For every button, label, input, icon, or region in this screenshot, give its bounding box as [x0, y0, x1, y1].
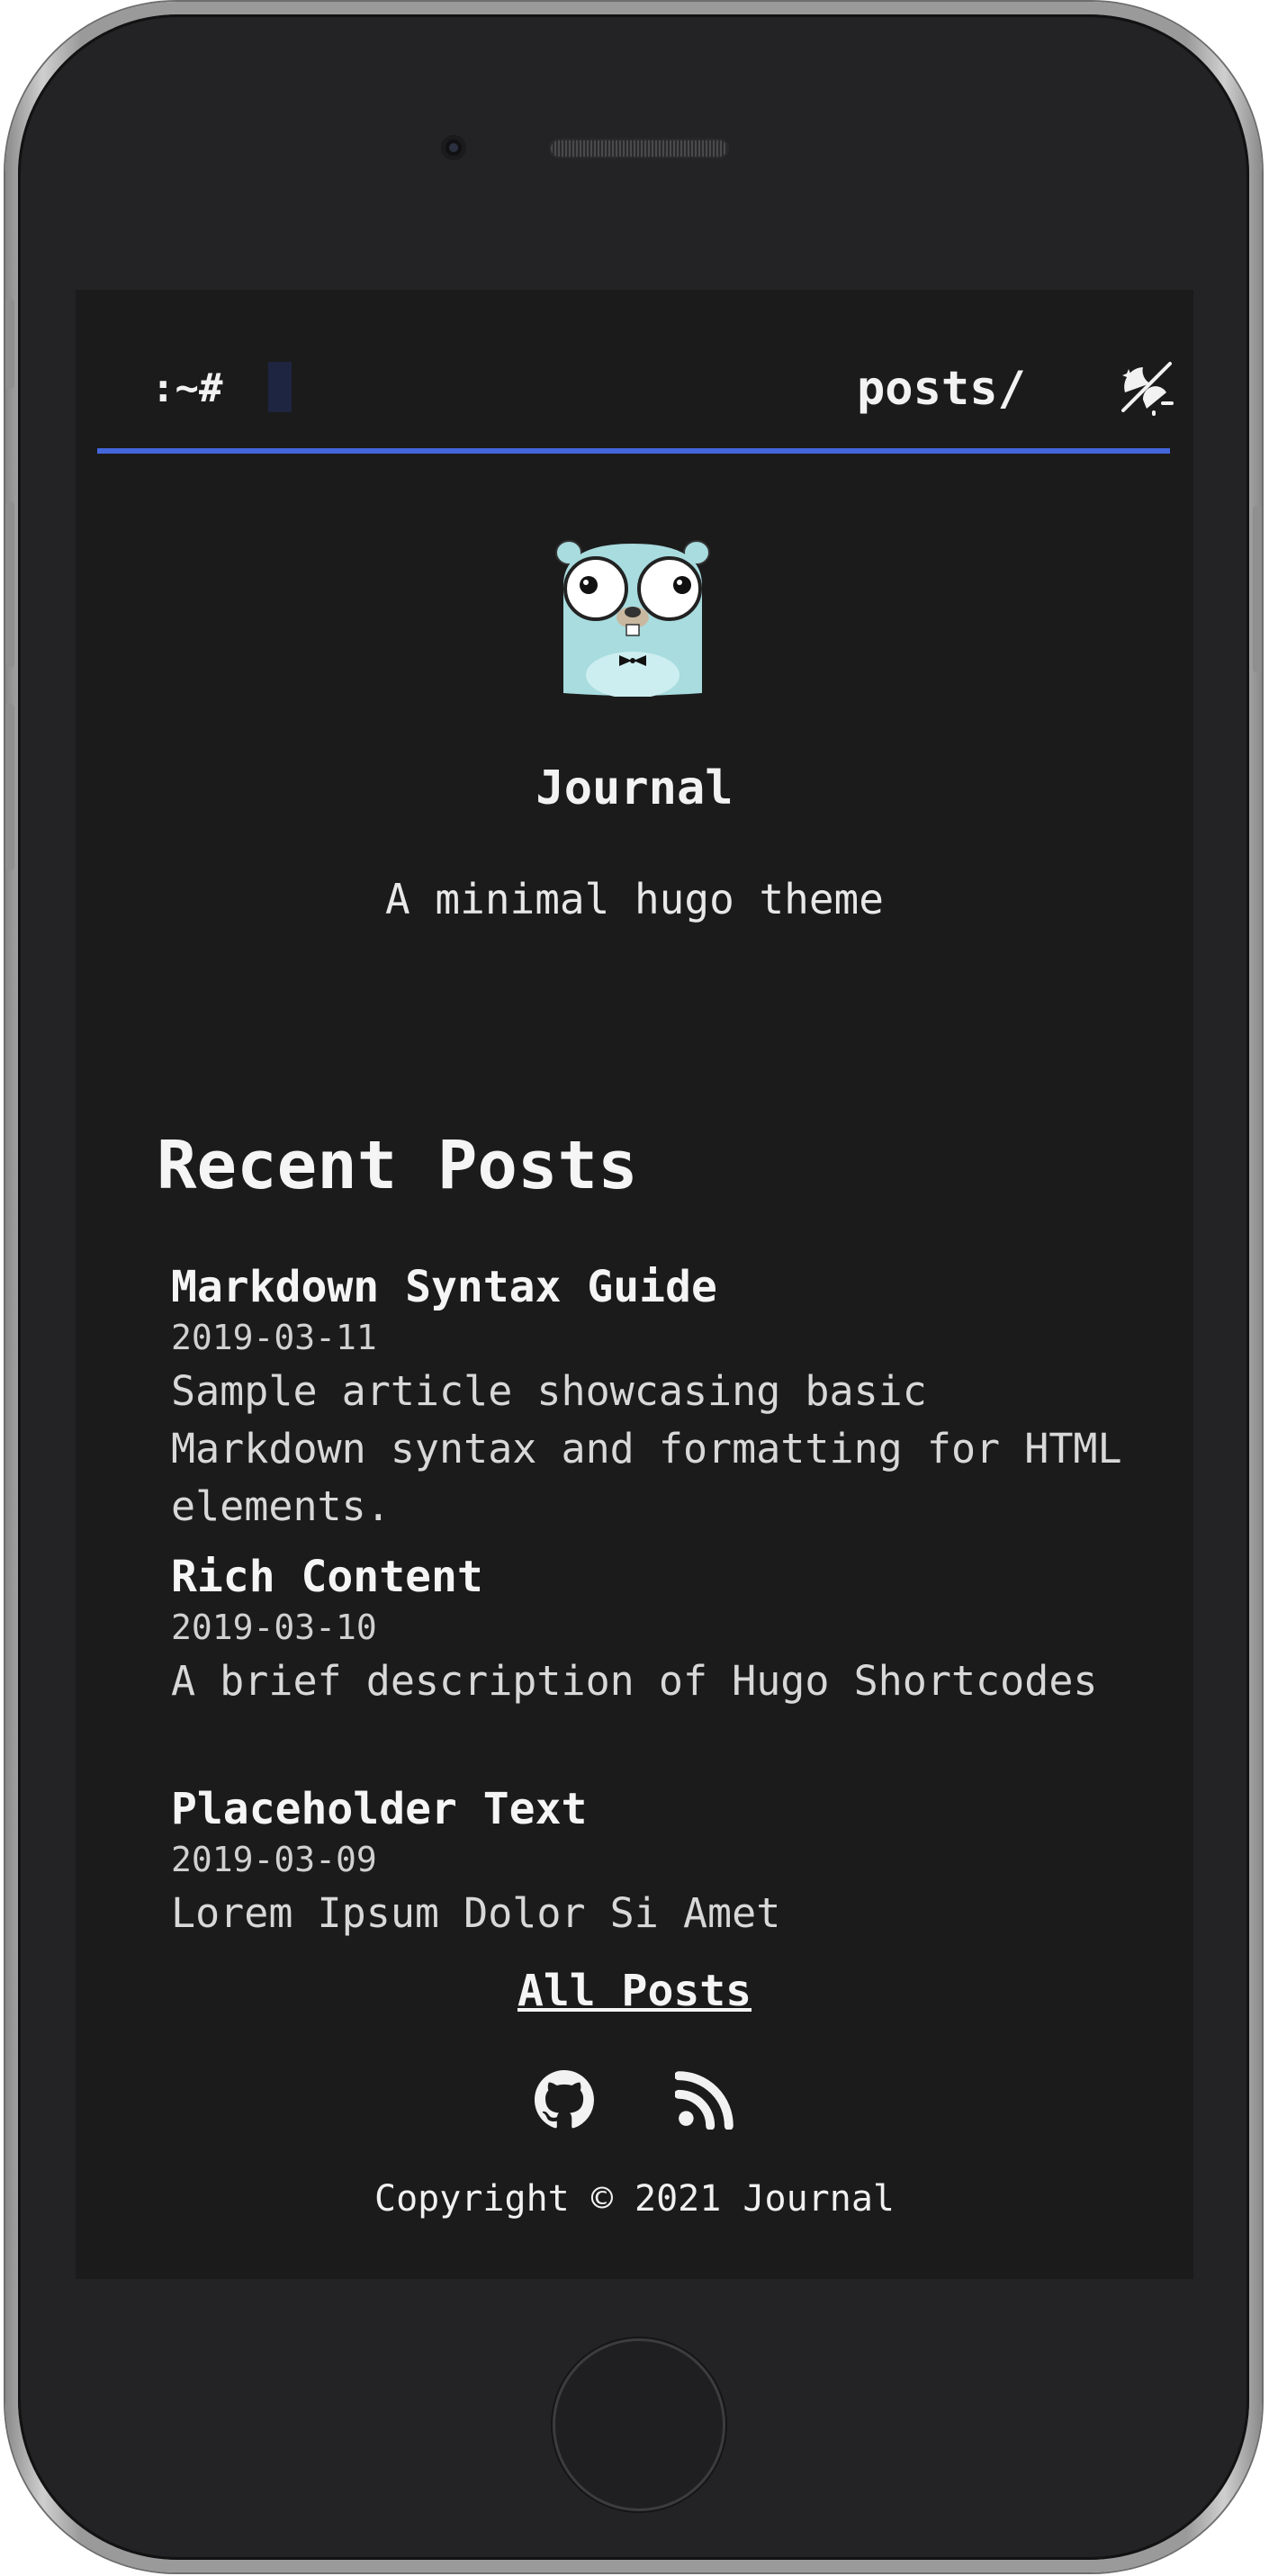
all-posts-link[interactable]: All Posts: [518, 1966, 752, 2016]
home-button[interactable]: [553, 2338, 725, 2511]
mute-switch: [5, 299, 14, 389]
moon-sun-toggle-icon[interactable]: [1116, 356, 1177, 418]
earpiece-speaker: [549, 139, 729, 158]
nav-link-posts[interactable]: posts/: [857, 362, 1026, 416]
post-summary: A brief description of Hugo Shortcodes: [171, 1657, 1098, 1705]
post-date: 2019-03-09: [171, 1840, 377, 1879]
power-button: [1253, 506, 1262, 672]
post-title-link[interactable]: Markdown Syntax Guide: [171, 1262, 1143, 1312]
post-title-link[interactable]: Rich Content: [171, 1552, 1143, 1602]
volume-up-button: [5, 501, 14, 668]
post-date: 2019-03-11: [171, 1318, 377, 1357]
all-posts-container: All Posts: [76, 1966, 1193, 2016]
site-header: :~# posts/: [97, 290, 1174, 454]
recent-posts-heading: Recent Posts: [157, 1127, 638, 1204]
post-title-link[interactable]: Placeholder Text: [171, 1784, 1143, 1834]
post-summary: Lorem Ipsum Dolor Si Amet: [171, 1889, 781, 1937]
site-description: A minimal hugo theme: [385, 875, 884, 923]
screen: :~# posts/ Journal A minimal hugo theme …: [76, 290, 1193, 2279]
front-camera-icon: [441, 135, 466, 160]
post-item: Markdown Syntax Guide 2019-03-11 Sample …: [171, 1262, 1143, 1536]
post-item: Placeholder Text 2019-03-09 Lorem Ipsum …: [171, 1784, 1143, 1942]
cursor-block: [268, 362, 292, 412]
gopher-avatar: [555, 540, 710, 697]
rss-icon[interactable]: [675, 2070, 734, 2130]
post-summary: Sample article showcasing basic Markdown…: [171, 1367, 1122, 1530]
github-icon[interactable]: [535, 2070, 594, 2130]
copyright-text: Copyright © 2021 Journal: [374, 2178, 895, 2220]
post-item: Rich Content 2019-03-10 A brief descript…: [171, 1552, 1143, 1710]
prompt-logo[interactable]: :~#: [151, 365, 222, 411]
site-title: Journal: [536, 761, 734, 815]
post-date: 2019-03-10: [171, 1608, 377, 1647]
phone-frame: :~# posts/ Journal A minimal hugo theme …: [5, 2, 1262, 2572]
volume-down-button: [5, 704, 14, 870]
